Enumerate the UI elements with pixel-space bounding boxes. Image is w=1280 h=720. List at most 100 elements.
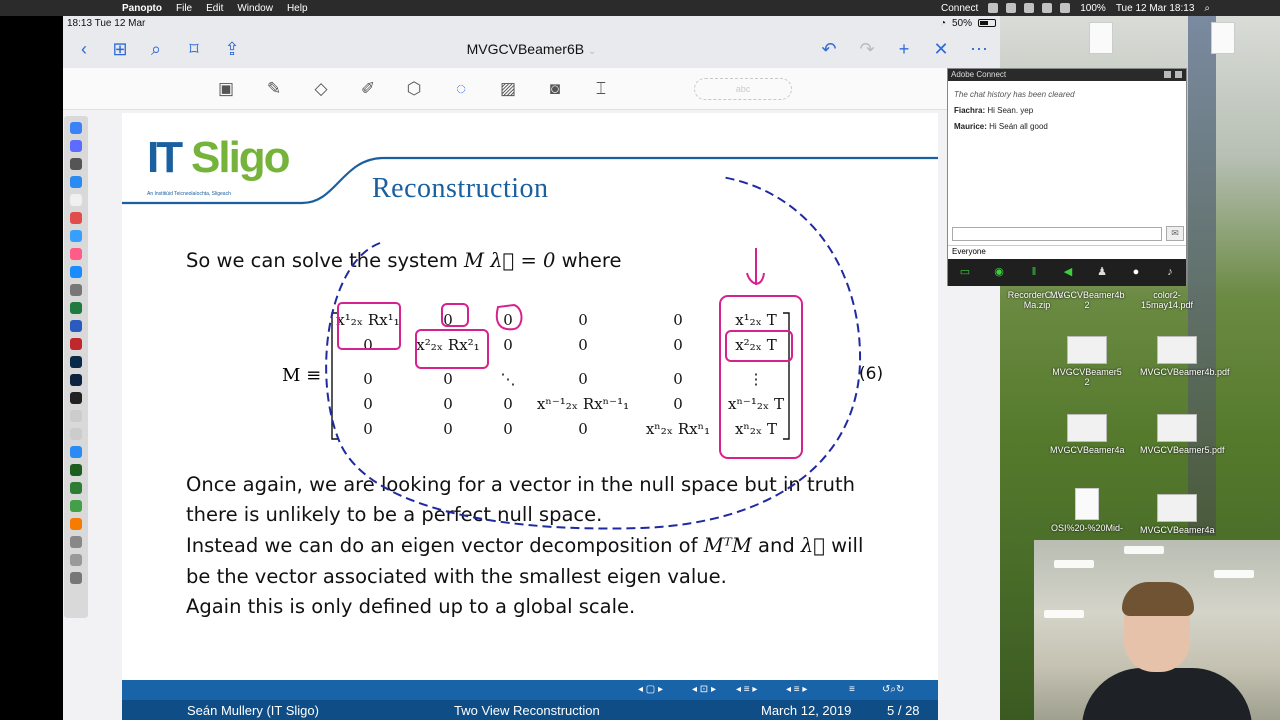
menu-file[interactable]: File bbox=[176, 3, 192, 14]
drawing-toolbar: ▣ ✎ ◇ ✐ ⬡ ◌ ▨ ◙ ⌶ bbox=[63, 68, 1000, 110]
ceiling-light bbox=[1044, 610, 1084, 618]
desktop-file[interactable]: MVGCVBeamer4b 2 bbox=[1050, 290, 1125, 310]
nav-section-icon[interactable]: ◂ ≡ ▸ bbox=[786, 684, 807, 695]
ceiling-light bbox=[1054, 560, 1094, 568]
beamer-footer-bar: Seán Mullery (IT Sligo) Two View Reconst… bbox=[122, 700, 938, 720]
speaker-icon[interactable]: ◀ bbox=[1061, 266, 1075, 278]
tray-icon[interactable] bbox=[988, 3, 999, 13]
search-icon[interactable]: ⌕ bbox=[1204, 3, 1210, 14]
music-icon[interactable] bbox=[70, 248, 82, 260]
terminal-icon[interactable] bbox=[70, 392, 82, 404]
adobe-connect-titlebar[interactable]: Adobe Connect bbox=[948, 69, 1186, 81]
app-icon[interactable] bbox=[70, 428, 82, 440]
text-scan-icon[interactable]: ▣ bbox=[215, 79, 237, 99]
left-margin bbox=[0, 16, 63, 720]
desktop-doc[interactable] bbox=[1064, 22, 1138, 57]
battery-percent: 100% bbox=[1080, 2, 1106, 14]
clock[interactable]: Tue 12 Mar 18:13 bbox=[1116, 3, 1195, 14]
trash-icon[interactable] bbox=[70, 572, 82, 584]
nav-search-icon[interactable]: ↺⌕↻ bbox=[882, 684, 904, 695]
lightroom-icon[interactable] bbox=[70, 356, 82, 368]
menu-window[interactable]: Window bbox=[237, 3, 273, 14]
people-icon[interactable]: ♟ bbox=[1095, 266, 1109, 278]
desktop-file[interactable]: OSI%20-%20Mid- bbox=[1050, 488, 1124, 533]
lasso-icon[interactable]: ◌ bbox=[450, 79, 472, 99]
eraser-icon[interactable]: ◇ bbox=[310, 79, 332, 99]
bluetooth-icon[interactable] bbox=[1060, 3, 1071, 13]
bell-icon[interactable]: ♪ bbox=[1163, 266, 1177, 278]
mac-menubar: Panopto File Edit Window Help Connect 10… bbox=[0, 0, 1280, 16]
shapes-icon[interactable]: ⬡ bbox=[403, 79, 425, 99]
desktop-file[interactable]: MVGCVBeamer4b.pdf bbox=[1140, 336, 1230, 377]
presenter-webcam bbox=[1034, 540, 1280, 720]
menu-app-name[interactable]: Panopto bbox=[122, 3, 162, 14]
finder-icon[interactable] bbox=[70, 122, 82, 134]
attendee-icon[interactable]: ◉ bbox=[992, 266, 1006, 278]
launchpad-icon[interactable] bbox=[70, 140, 82, 152]
pen-icon[interactable]: ✎ bbox=[263, 79, 285, 99]
pink-arrow bbox=[746, 248, 765, 285]
pink-box-2 bbox=[415, 329, 489, 369]
calendar-icon[interactable] bbox=[70, 194, 82, 206]
appstore-icon[interactable] bbox=[70, 266, 82, 278]
desktop-doc[interactable] bbox=[1186, 22, 1260, 57]
minimize-icon[interactable] bbox=[1164, 71, 1171, 78]
menubar-tray: Connect 100% Tue 12 Mar 18:13 ⌕ bbox=[941, 0, 1210, 16]
screen-share-icon[interactable]: ▭ bbox=[958, 266, 972, 278]
app-icon[interactable] bbox=[70, 410, 82, 422]
nav-prev-icon[interactable]: ◂ ▢ ▸ bbox=[638, 684, 663, 695]
app-icon[interactable] bbox=[70, 446, 82, 458]
redo-icon[interactable]: ↷ bbox=[856, 39, 878, 59]
app-icon[interactable] bbox=[70, 464, 82, 476]
chat-audience[interactable]: Everyone bbox=[948, 245, 1186, 257]
lasso-selection-box[interactable]: abc bbox=[694, 78, 792, 100]
microphone-icon[interactable]: ǁ bbox=[1027, 266, 1041, 278]
chat-message: Fiachra: Hi Sean. yep bbox=[954, 106, 1034, 115]
word-icon[interactable] bbox=[70, 320, 82, 332]
desktop-file[interactable]: MVGCVBeamer5 2 bbox=[1050, 336, 1124, 387]
desktop-file[interactable]: MVGCVBeamer4a bbox=[1140, 494, 1215, 535]
desktop-file[interactable]: MVGCVBeamer4a bbox=[1050, 414, 1125, 455]
nav-toc-icon[interactable]: ≡ bbox=[849, 684, 855, 695]
chat-icon[interactable]: ● bbox=[1129, 266, 1143, 278]
photos-icon[interactable] bbox=[70, 212, 82, 224]
app-icon[interactable] bbox=[70, 338, 82, 350]
text-box-icon[interactable]: ⌶ bbox=[590, 79, 612, 99]
menu-connect[interactable]: Connect bbox=[941, 3, 978, 14]
slide-footer: ◂ ▢ ▸ ◂ ⊡ ▸ ◂ ≡ ▸ ◂ ≡ ▸ ≡ ↺⌕↻ Seán Mulle… bbox=[122, 680, 938, 720]
wifi-icon[interactable] bbox=[1024, 3, 1035, 13]
safari-icon[interactable] bbox=[70, 176, 82, 188]
app-icon[interactable] bbox=[70, 500, 82, 512]
app-navbar: ‹ ⊞ ⌕ ⌑ ⇪ MVGCVBeamer6B ⌄ ↶ ↷ + ✕ ⋯ bbox=[63, 30, 1000, 68]
photoshop-icon[interactable] bbox=[70, 374, 82, 386]
image-icon[interactable]: ▨ bbox=[497, 79, 519, 99]
app-icon[interactable] bbox=[70, 518, 82, 530]
desktop-file[interactable]: color2-15may14.pdf bbox=[1130, 290, 1204, 310]
downloads-icon[interactable] bbox=[70, 554, 82, 566]
send-icon[interactable]: ✉ bbox=[1166, 226, 1184, 241]
camera-icon[interactable]: ◙ bbox=[544, 79, 566, 99]
app-icon[interactable] bbox=[70, 158, 82, 170]
nav-subsection-icon[interactable]: ◂ ≡ ▸ bbox=[736, 684, 757, 695]
airplay-icon[interactable] bbox=[1042, 3, 1053, 13]
ceiling-light bbox=[1124, 546, 1164, 554]
maximize-icon[interactable] bbox=[1175, 71, 1182, 78]
chat-input[interactable] bbox=[952, 227, 1162, 241]
excel-icon[interactable] bbox=[70, 302, 82, 314]
app-icon[interactable] bbox=[70, 482, 82, 494]
folder-icon[interactable] bbox=[70, 536, 82, 548]
settings-icon[interactable] bbox=[70, 284, 82, 296]
chat-messages: The chat history has been cleared Fiachr… bbox=[954, 87, 1075, 135]
menu-edit[interactable]: Edit bbox=[206, 3, 223, 14]
more-icon[interactable]: ⋯ bbox=[968, 39, 990, 59]
menu-help[interactable]: Help bbox=[287, 3, 308, 14]
desktop-file[interactable]: MVGCVBeamer5.pdf bbox=[1140, 414, 1225, 455]
nav-frame-icon[interactable]: ◂ ⊡ ▸ bbox=[692, 684, 716, 695]
tray-icon[interactable] bbox=[1006, 3, 1017, 13]
add-icon[interactable]: + bbox=[893, 39, 915, 59]
ink-annotations bbox=[325, 176, 862, 530]
highlighter-icon[interactable]: ✐ bbox=[357, 79, 379, 99]
tools-icon[interactable]: ✕ bbox=[930, 39, 952, 59]
undo-icon[interactable]: ↶ bbox=[818, 39, 840, 59]
messages-icon[interactable] bbox=[70, 230, 82, 242]
